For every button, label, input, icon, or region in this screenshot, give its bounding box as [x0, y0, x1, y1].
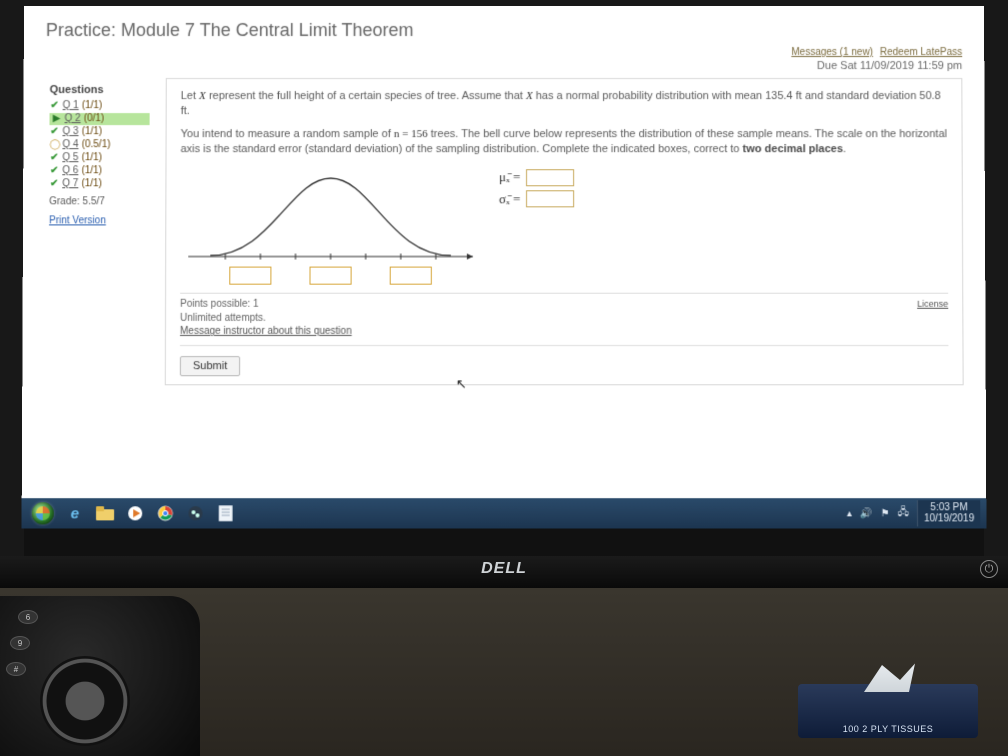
attempts-text: Unlimited attempts. — [180, 312, 352, 326]
license-link[interactable]: License — [917, 298, 948, 339]
desk-phone: 6 9 # — [0, 596, 200, 756]
axis-input-center[interactable] — [309, 267, 351, 285]
q-label: Q 4 — [62, 139, 78, 151]
q-score: (1/1) — [81, 152, 102, 164]
q-score: (1/1) — [81, 165, 102, 177]
message-instructor-link[interactable]: Message instructor about this question — [180, 326, 352, 337]
due-date: Due Sat 11/09/2019 11:59 pm — [46, 60, 963, 72]
q-label: Q 3 — [62, 126, 78, 138]
chrome-icon[interactable] — [152, 502, 178, 524]
text: Let — [181, 90, 199, 102]
sigma-label: σₓ̄ = — [499, 190, 520, 208]
network-icon[interactable]: 🖧 — [898, 505, 909, 522]
figure-row: μₓ̄ = σₓ̄ = — [180, 165, 948, 285]
sidebar-heading: Questions — [50, 84, 150, 96]
q-label: Q 2 — [65, 113, 81, 125]
text: You intend to measure a random sample of — [181, 128, 394, 140]
sidebar-item-q3[interactable]: ✔ Q 3 (1/1) — [49, 126, 149, 138]
mu-label: μₓ̄ = — [499, 169, 520, 187]
check-icon: ✔ — [49, 126, 59, 138]
sidebar-item-q4[interactable]: ◯ Q 4 (0.5/1) — [49, 139, 149, 151]
axis-input-left[interactable] — [229, 267, 271, 285]
tray-chevron-icon[interactable]: ▴ — [847, 508, 852, 519]
q-score: (1/1) — [82, 100, 103, 112]
q-score: (0.5/1) — [82, 139, 111, 151]
ie-icon[interactable]: e — [62, 502, 88, 524]
check-icon: ✔ — [49, 178, 59, 190]
start-button[interactable] — [28, 498, 58, 528]
header-links: Messages (1 new) Redeem LatePass — [46, 47, 962, 58]
q-score: (1/1) — [82, 126, 103, 138]
text-bold: two decimal places — [743, 143, 843, 155]
sidebar-item-q5[interactable]: ✔ Q 5 (1/1) — [49, 152, 149, 164]
media-player-icon[interactable] — [122, 502, 148, 524]
sidebar-item-q7[interactable]: ✔ Q 7 (1/1) — [49, 178, 149, 190]
desk-area: 6 9 # 100 2 PLY TISSUES — [0, 588, 1008, 756]
sidebar-item-q2[interactable]: ▶ Q 2 (0/1) — [49, 113, 149, 125]
flag-icon[interactable]: ⚑ — [881, 508, 890, 519]
check-icon: ✔ — [50, 100, 60, 112]
mu-input[interactable] — [526, 169, 574, 186]
q-label: Q 6 — [62, 165, 78, 177]
questions-sidebar: Questions ✔ Q 1 (1/1) ▶ Q 2 (0/1) ✔ Q 3 — [44, 78, 153, 385]
axis-input-right[interactable] — [390, 267, 432, 285]
question-meta: Points possible: 1 Unlimited attempts. M… — [180, 293, 948, 346]
app-icon[interactable] — [182, 502, 208, 524]
check-icon: ✔ — [49, 165, 59, 177]
sidebar-item-q6[interactable]: ✔ Q 6 (1/1) — [49, 165, 149, 177]
question-paragraph-2: You intend to measure a random sample of… — [181, 127, 948, 157]
text: . — [843, 143, 846, 155]
q-score: (1/1) — [81, 178, 102, 190]
sidebar-item-q1[interactable]: ✔ Q 1 (1/1) — [50, 100, 150, 112]
sigma-input[interactable] — [526, 190, 574, 207]
power-icon: ⏻ — [980, 560, 998, 578]
q-label: Q 5 — [62, 152, 78, 164]
notepad-icon[interactable] — [213, 502, 239, 524]
bell-curve — [180, 165, 481, 285]
tissue-box: 100 2 PLY TISSUES — [798, 684, 978, 738]
redeem-latepass-link[interactable]: Redeem LatePass — [880, 47, 962, 58]
clock-time: 5:03 PM — [924, 502, 974, 513]
explorer-icon[interactable] — [92, 502, 118, 524]
play-icon: ▶ — [51, 113, 61, 125]
q-score: (0/1) — [84, 113, 105, 125]
question-panel: Let X represent the full height of a cer… — [165, 78, 964, 385]
taskbar-clock[interactable]: 5:03 PM 10/19/2019 — [917, 500, 980, 526]
q-label: Q 1 — [63, 100, 79, 112]
windows-taskbar[interactable]: e ▴ 🔊 ⚑ 🖧 5:03 PM — [22, 498, 987, 528]
check-icon: ✔ — [49, 152, 59, 164]
partial-icon: ◯ — [49, 139, 59, 151]
clock-date: 10/19/2019 — [924, 513, 974, 524]
grade-text: Grade: 5.5/7 — [49, 196, 149, 207]
math-var: X — [526, 90, 533, 102]
print-version-link[interactable]: Print Version — [49, 215, 149, 226]
question-paragraph-1: Let X represent the full height of a cer… — [181, 89, 948, 119]
parameter-inputs: μₓ̄ = σₓ̄ = — [499, 165, 575, 212]
dell-logo: DELL — [481, 560, 527, 577]
text: represent the full height of a certain s… — [206, 90, 526, 102]
page-title: Practice: Module 7 The Central Limit The… — [46, 20, 962, 41]
math-eq: n = 156 — [394, 128, 428, 140]
q-label: Q 7 — [62, 178, 78, 190]
submit-button[interactable]: Submit — [180, 356, 241, 376]
points-possible: Points possible: 1 — [180, 298, 352, 312]
messages-link[interactable]: Messages (1 new) — [791, 47, 873, 58]
system-tray[interactable]: ▴ 🔊 ⚑ 🖧 5:03 PM 10/19/2019 — [847, 500, 980, 526]
cursor-icon: ↖ — [456, 375, 467, 393]
monitor-bezel: DELL — [0, 556, 1008, 588]
volume-icon[interactable]: 🔊 — [860, 508, 873, 519]
